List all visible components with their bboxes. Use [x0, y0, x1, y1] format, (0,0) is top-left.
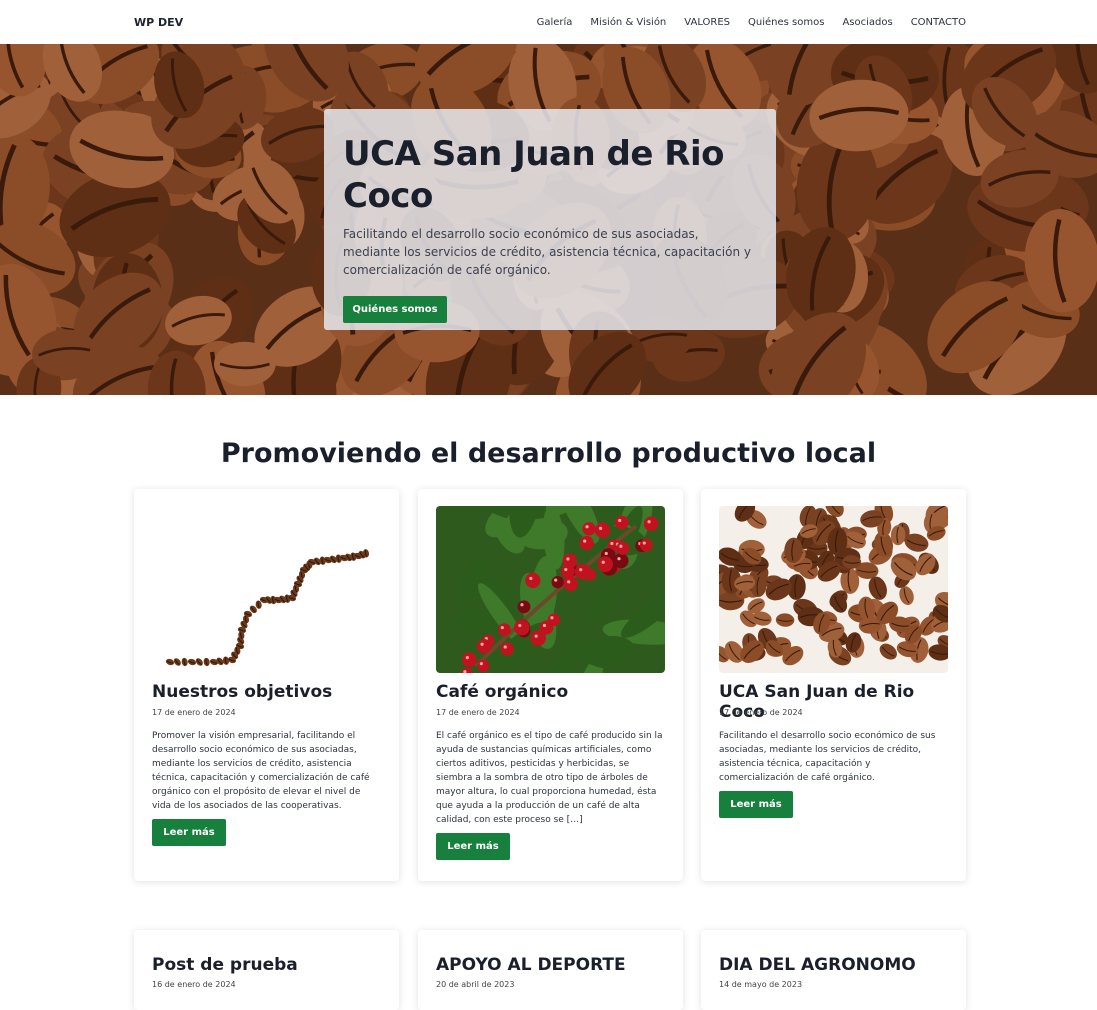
- hero-quienes-somos-button[interactable]: Quiénes somos: [343, 296, 447, 323]
- post-card-objetivos: Nuestros objetivos 17 de enero de 2024 P…: [134, 489, 399, 881]
- read-more-button[interactable]: Leer más: [152, 819, 226, 846]
- read-more-button[interactable]: Leer más: [436, 833, 510, 860]
- hero-card: UCA San Juan de Rio Coco Facilitando el …: [324, 109, 776, 330]
- card-excerpt: Promover la visión empresarial, facilita…: [152, 731, 370, 811]
- card-title[interactable]: Nuestros objetivos: [152, 682, 332, 702]
- read-more-button[interactable]: Leer más: [719, 791, 793, 818]
- card-excerpt: El café orgánico es el tipo de café prod…: [436, 731, 663, 825]
- site-brand[interactable]: WP DEV: [134, 16, 183, 29]
- menu-item-galeria[interactable]: Galería: [537, 17, 573, 28]
- card-title[interactable]: Café orgánico: [436, 682, 568, 702]
- menu-item-valores[interactable]: VALORES: [684, 17, 730, 28]
- card-excerpt: Facilitando el desarrollo socio económic…: [719, 731, 936, 783]
- card-title[interactable]: APOYO AL DEPORTE: [436, 955, 626, 975]
- card-image-coffee-cherries: [436, 506, 665, 673]
- card-date: 17 de enero de 2024: [436, 708, 520, 717]
- menu-item-asociados[interactable]: Asociados: [842, 17, 892, 28]
- hero-banner: UCA San Juan de Rio Coco Facilitando el …: [0, 44, 1097, 395]
- post-card-prueba: Post de prueba 16 de enero de 2024: [134, 930, 399, 1010]
- card-title[interactable]: Post de prueba: [152, 955, 298, 975]
- menu-item-mision-vision[interactable]: Misión & Visión: [590, 17, 666, 28]
- main-menu: Galería Misión & Visión VALORES Quiénes …: [537, 17, 966, 28]
- card-title[interactable]: DIA DEL AGRONOMO: [719, 955, 916, 975]
- post-card-uca: UCA San Juan de Rio Coco 17 de enero de …: [701, 489, 966, 881]
- hero-subtitle: Facilitando el desarrollo socio económic…: [343, 227, 751, 277]
- card-image-coffee-beans: [719, 506, 948, 673]
- section-title: Promoviendo el desarrollo productivo loc…: [220, 438, 877, 469]
- post-card-apoyo-deporte: APOYO AL DEPORTE 20 de abril de 2023: [418, 930, 683, 1010]
- card-date: 17 de enero de 2024: [152, 708, 236, 717]
- menu-item-contacto[interactable]: CONTACTO: [911, 17, 966, 28]
- card-date: 17 de enero de 2024: [719, 708, 803, 717]
- top-navbar: WP DEV Galería Misión & Visión VALORES Q…: [0, 0, 1097, 44]
- post-card-cafe-organico: Café orgánico 17 de enero de 2024 El caf…: [418, 489, 683, 881]
- menu-item-quienes-somos[interactable]: Quiénes somos: [748, 17, 824, 28]
- post-card-dia-agronomo: DIA DEL AGRONOMO 14 de mayo de 2023: [701, 930, 966, 1010]
- hero-title: UCA San Juan de Rio Coco: [343, 134, 724, 216]
- card-image-bean-graph: [152, 506, 381, 673]
